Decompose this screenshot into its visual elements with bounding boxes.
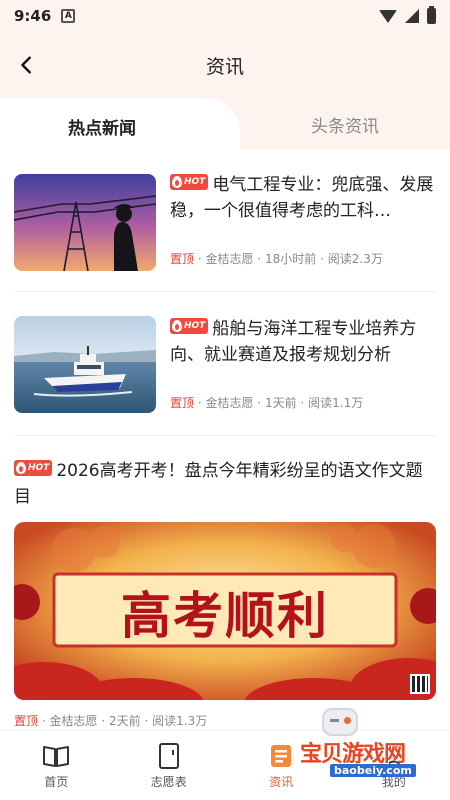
pin-label: 置顶	[170, 396, 195, 410]
news-icon	[271, 745, 292, 767]
hot-label: HOT	[28, 463, 50, 473]
ship-image	[14, 316, 156, 413]
gaokao-banner-image[interactable]: 高考顺利	[14, 522, 436, 700]
tab-bar: 热点新闻 头条资讯	[0, 98, 450, 154]
pin-label: 置顶	[14, 714, 39, 728]
nav-home[interactable]: 首页	[0, 731, 113, 800]
news-item[interactable]: HOT 电气工程专业：兜底强、发展稳，一个很值得考虑的工科… 置顶 · 金桔志愿 …	[14, 150, 436, 292]
news-source: 金桔志愿	[205, 396, 254, 410]
news-meta: 置顶 · 金桔志愿 · 1天前 · 阅读1.1万	[170, 394, 363, 411]
status-bar: 9:46 A	[0, 0, 450, 32]
news-item[interactable]: HOT 船舶与海洋工程专业培养方向、就业赛道及报考规划分析 置顶 · 金桔志愿 ·…	[14, 292, 436, 436]
hot-badge: HOT	[170, 174, 209, 190]
news-title-text: 电气工程专业：兜底强、发展稳，一个很值得考虑的工科…	[170, 175, 434, 221]
news-meta: 置顶 · 金桔志愿 · 2天前 · 阅读1.3万	[14, 712, 207, 729]
news-reads: 阅读1.1万	[308, 396, 364, 410]
power-tower-image	[14, 174, 156, 271]
news-list: HOT 电气工程专业：兜底强、发展稳，一个很值得考虑的工科… 置顶 · 金桔志愿 …	[0, 150, 450, 730]
back-button[interactable]	[10, 48, 44, 82]
news-time: 18小时前	[265, 252, 317, 266]
page-title: 资讯	[205, 55, 244, 78]
tab-headlines[interactable]: 头条资讯	[240, 98, 450, 150]
news-source: 金桔志愿	[205, 252, 254, 266]
qr-code-icon	[410, 674, 430, 694]
nav-news-label: 资讯	[269, 775, 294, 789]
news-meta: 置顶 · 金桔志愿 · 18小时前 · 阅读2.3万	[170, 250, 383, 267]
header-bar: 资讯	[0, 32, 450, 98]
pin-label: 置顶	[170, 252, 195, 266]
meta-separator: ·	[300, 396, 305, 410]
notification-a-icon: A	[61, 9, 76, 23]
book-icon	[43, 746, 70, 767]
hot-label: HOT	[184, 321, 206, 331]
wifi-icon	[379, 9, 397, 23]
news-reads: 阅读1.3万	[152, 714, 208, 728]
signal-icon	[405, 9, 419, 23]
flame-icon	[172, 176, 182, 188]
nav-volunteer-form[interactable]: 志愿表	[113, 731, 226, 800]
hot-badge: HOT	[14, 460, 53, 476]
hot-label: HOT	[184, 177, 206, 187]
news-time: 2天前	[109, 714, 141, 728]
meta-separator: ·	[41, 714, 46, 728]
banner-text: 高考顺利	[121, 586, 329, 645]
gamepad-icon	[322, 708, 358, 736]
meta-separator: ·	[101, 714, 106, 728]
status-time: 9:46	[14, 7, 52, 25]
flame-icon	[172, 320, 182, 332]
news-reads: 阅读2.3万	[327, 252, 383, 266]
battery-icon	[427, 6, 436, 24]
meta-separator: ·	[197, 396, 202, 410]
tab-headlines-label: 头条资讯	[311, 116, 379, 137]
status-icons	[379, 6, 436, 24]
meta-separator: ·	[320, 252, 324, 266]
watermark-url: baobeiy.com	[330, 764, 416, 777]
form-icon	[158, 743, 179, 769]
news-title[interactable]: HOT 电气工程专业：兜底强、发展稳，一个很值得考虑的工科…	[170, 172, 436, 224]
flame-icon	[16, 462, 26, 474]
meta-separator: ·	[257, 252, 262, 266]
news-time: 1天前	[265, 396, 297, 410]
news-title[interactable]: HOT 船舶与海洋工程专业培养方向、就业赛道及报考规划分析	[170, 316, 436, 368]
news-source: 金桔志愿	[49, 714, 98, 728]
meta-separator: ·	[197, 252, 202, 266]
watermark: 宝贝游戏网 baobeiy.com	[300, 708, 420, 780]
meta-separator: ·	[257, 396, 262, 410]
news-title[interactable]: HOT 2026高考开考！盘点今年精彩纷呈的语文作文题目	[14, 458, 436, 510]
tab-hot-news-label: 热点新闻	[68, 118, 136, 139]
meta-separator: ·	[144, 714, 149, 728]
nav-volunteer-form-label: 志愿表	[150, 775, 187, 789]
hot-badge: HOT	[170, 318, 209, 334]
nav-home-label: 首页	[44, 775, 69, 789]
chevron-left-icon	[21, 56, 31, 74]
tab-hot-news[interactable]: 热点新闻	[0, 98, 240, 154]
news-title-text: 2026高考开考！盘点今年精彩纷呈的语文作文题目	[14, 461, 423, 507]
